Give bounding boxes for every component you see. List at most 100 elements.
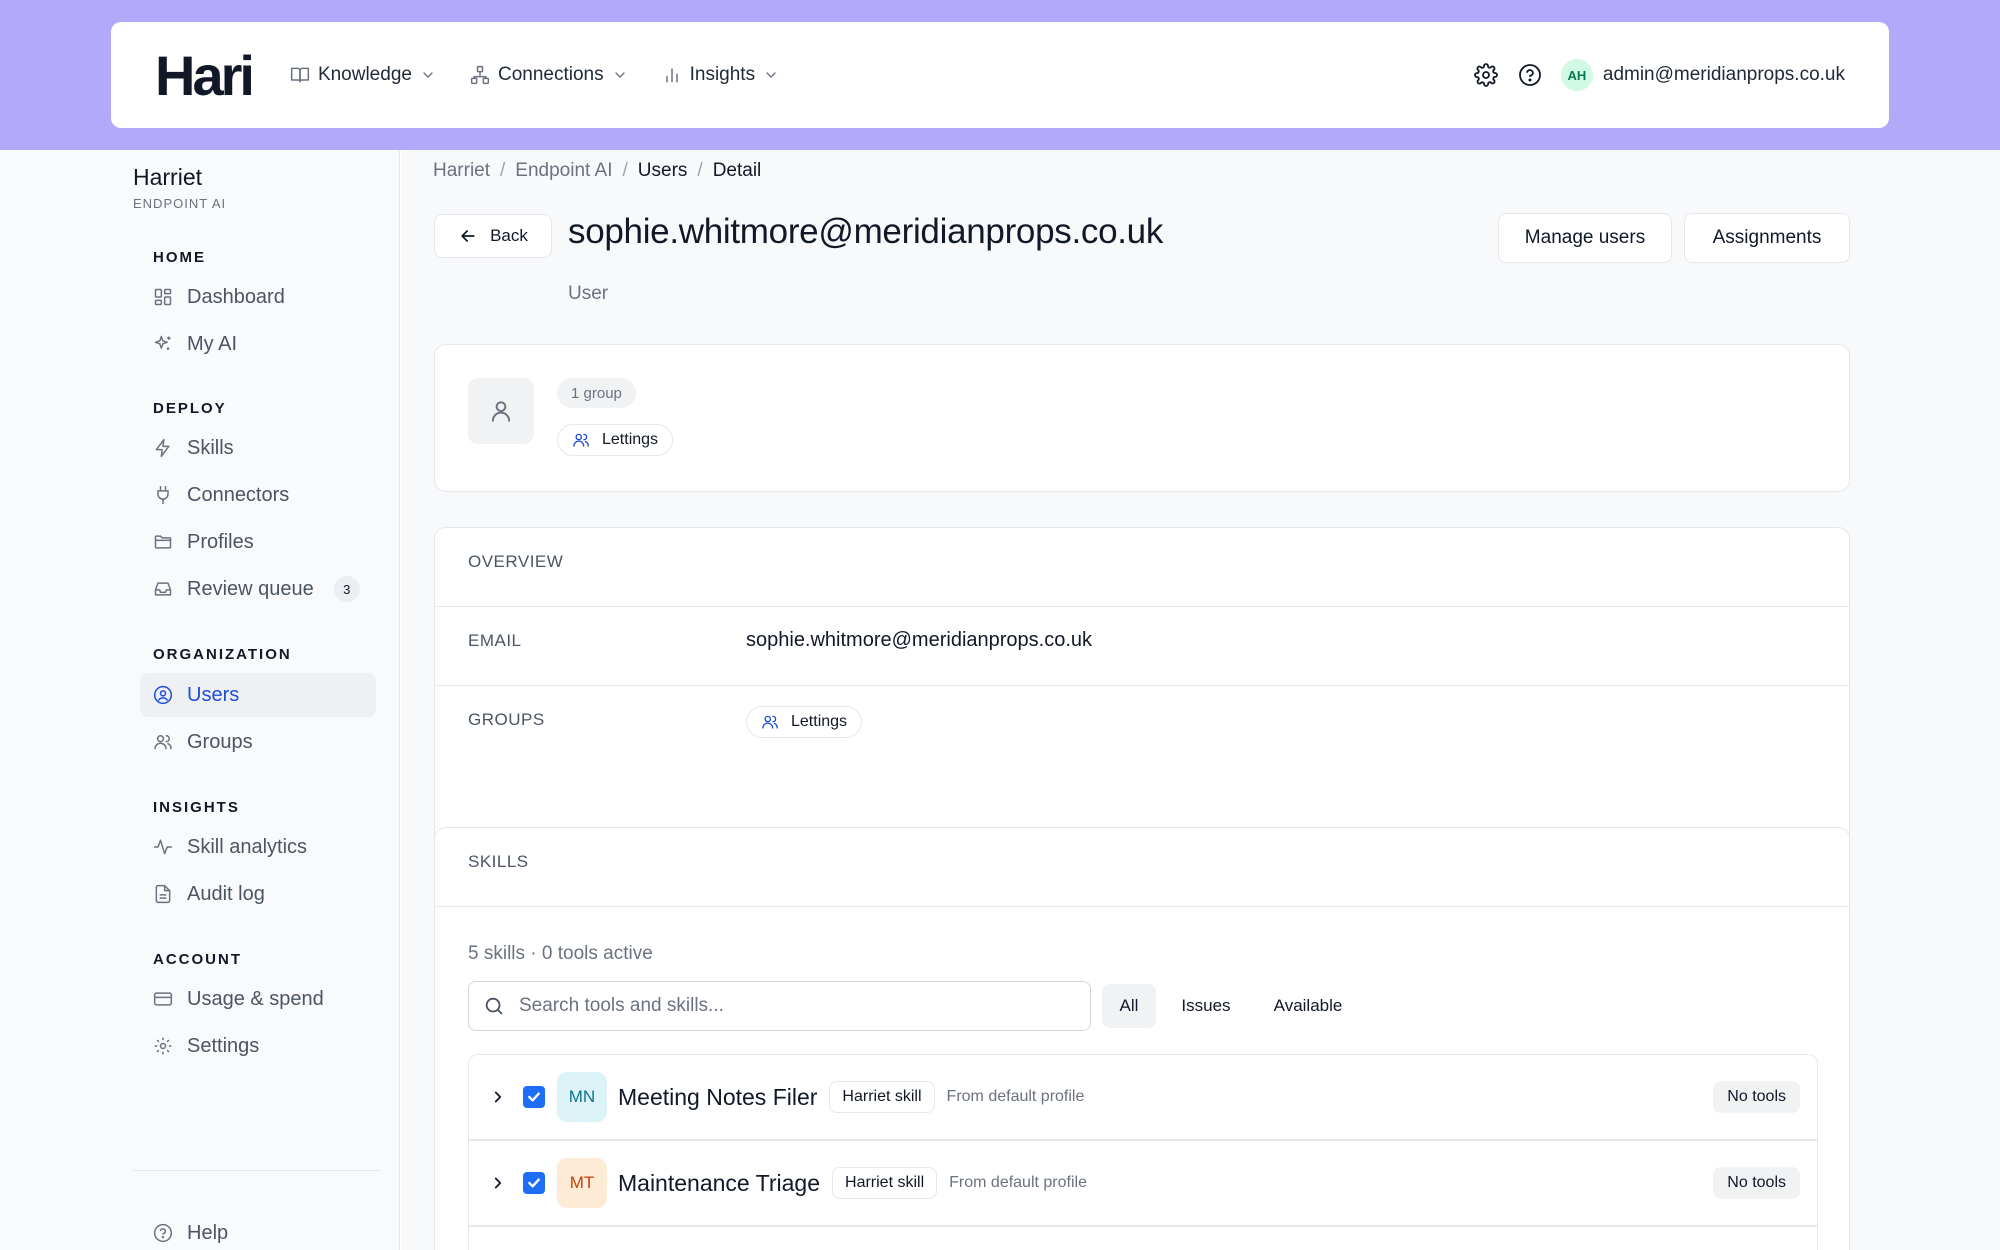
breadcrumb-harriet[interactable]: Harriet bbox=[433, 160, 490, 182]
sidebar-item-label: Skill analytics bbox=[187, 835, 308, 858]
folder-icon bbox=[153, 532, 173, 552]
skill-type-tag: Harriet skill bbox=[832, 1167, 938, 1199]
group-chip[interactable]: Lettings bbox=[557, 424, 674, 456]
tools-status-badge: No tools bbox=[1713, 1167, 1800, 1199]
sidebar-item-label: Audit log bbox=[187, 882, 265, 905]
skill-checkbox[interactable] bbox=[523, 1172, 545, 1194]
row-divider bbox=[435, 906, 1849, 907]
avatar[interactable]: AH bbox=[1560, 59, 1593, 91]
skill-initials: MT bbox=[557, 1158, 607, 1208]
search-placeholder: Search tools and skills... bbox=[519, 995, 724, 1016]
chevron-right-icon[interactable] bbox=[487, 1088, 509, 1106]
sidebar-item-label: Usage & spend bbox=[187, 987, 324, 1010]
chevron-down-icon bbox=[612, 67, 628, 83]
book-icon bbox=[290, 65, 310, 85]
skill-row[interactable]: MT Maintenance Triage Harriet skill From… bbox=[468, 1140, 1818, 1226]
filter-all[interactable]: All bbox=[1102, 984, 1156, 1028]
sidebar: Harriet ENDPOINT AI HOME Dashboard My AI… bbox=[0, 150, 400, 1250]
sidebar-item-my-ai[interactable]: My AI bbox=[140, 322, 376, 366]
filter-available[interactable]: Available bbox=[1256, 984, 1360, 1028]
breadcrumb-separator: / bbox=[697, 160, 703, 181]
tools-status-badge: No tools bbox=[1713, 1081, 1800, 1113]
sidebar-item-skills[interactable]: Skills bbox=[140, 426, 376, 470]
sidebar-item-skill-analytics[interactable]: Skill analytics bbox=[140, 825, 376, 869]
user-profile-card: 1 group Lettings bbox=[434, 344, 1850, 492]
sidebar-item-usage-spend[interactable]: Usage & spend bbox=[140, 977, 376, 1021]
skill-name: Meeting Notes Filer bbox=[618, 1083, 818, 1110]
main-content: Harriet / Endpoint AI / Users / Detail B… bbox=[401, 150, 2000, 1250]
sidebar-item-help[interactable]: Help bbox=[140, 1211, 376, 1250]
skill-row[interactable] bbox=[468, 1226, 1818, 1250]
users-icon bbox=[761, 713, 779, 731]
skills-summary: 5 skills · 0 tools active bbox=[468, 943, 653, 964]
sidebar-item-connectors[interactable]: Connectors bbox=[140, 473, 376, 517]
breadcrumb: Harriet / Endpoint AI / Users / Detail bbox=[433, 160, 761, 182]
row-divider bbox=[435, 606, 1849, 607]
user-icon bbox=[488, 398, 514, 424]
sidebar-item-label: My AI bbox=[187, 332, 238, 355]
section-organization: ORGANIZATION bbox=[153, 646, 292, 663]
gear-icon[interactable] bbox=[1473, 62, 1499, 88]
skill-name: Maintenance Triage bbox=[618, 1169, 821, 1196]
groups-label: GROUPS bbox=[468, 710, 545, 729]
activity-icon bbox=[153, 837, 173, 857]
skill-checkbox[interactable] bbox=[523, 1086, 545, 1108]
page-subtitle: User bbox=[568, 283, 609, 304]
chevron-right-icon[interactable] bbox=[487, 1174, 509, 1192]
back-button[interactable]: Back bbox=[434, 214, 552, 258]
nav-insights[interactable]: Insights bbox=[662, 64, 779, 86]
sidebar-item-audit-log[interactable]: Audit log bbox=[140, 872, 376, 916]
skill-row[interactable]: MN Meeting Notes Filer Harriet skill Fro… bbox=[468, 1054, 1818, 1140]
sidebar-item-users[interactable]: Users bbox=[140, 673, 376, 717]
org-name: Harriet bbox=[133, 164, 203, 190]
sidebar-item-review-queue[interactable]: Review queue 3 bbox=[140, 567, 376, 611]
group-chip[interactable]: Lettings bbox=[746, 706, 863, 738]
arrow-left-icon bbox=[458, 226, 478, 246]
manage-users-button[interactable]: Manage users bbox=[1498, 213, 1672, 263]
top-navigation: Hari Knowledge Connections Insights AH a… bbox=[111, 22, 1889, 128]
section-home: HOME bbox=[153, 249, 206, 266]
file-text-icon bbox=[153, 884, 173, 904]
inbox-icon bbox=[153, 579, 173, 599]
sidebar-item-label: Groups bbox=[187, 730, 253, 753]
search-icon bbox=[483, 995, 505, 1017]
row-divider bbox=[435, 685, 1849, 686]
nav-knowledge[interactable]: Knowledge bbox=[290, 64, 436, 86]
email-label: EMAIL bbox=[468, 631, 522, 650]
breadcrumb-endpoint-ai[interactable]: Endpoint AI bbox=[515, 160, 612, 182]
help-circle-icon[interactable] bbox=[1517, 62, 1543, 88]
chevron-down-icon bbox=[420, 67, 436, 83]
credit-card-icon bbox=[153, 989, 173, 1009]
sparkles-icon bbox=[153, 334, 173, 354]
org-subtitle: ENDPOINT AI bbox=[133, 196, 227, 211]
review-queue-count-badge: 3 bbox=[333, 576, 360, 602]
breadcrumb-users[interactable]: Users bbox=[638, 160, 688, 182]
sidebar-item-label: Help bbox=[187, 1221, 229, 1244]
sidebar-item-profiles[interactable]: Profiles bbox=[140, 520, 376, 564]
section-insights: INSIGHTS bbox=[153, 799, 240, 816]
section-account: ACCOUNT bbox=[153, 951, 242, 968]
skills-search-input[interactable]: Search tools and skills... bbox=[468, 981, 1091, 1031]
sidebar-item-label: Connectors bbox=[187, 483, 290, 506]
group-chip-label: Lettings bbox=[602, 431, 659, 448]
sidebar-item-groups[interactable]: Groups bbox=[140, 720, 376, 764]
nav-connections[interactable]: Connections bbox=[470, 64, 628, 86]
user-email[interactable]: admin@meridianprops.co.uk bbox=[1603, 64, 1845, 86]
app-logo[interactable]: Hari bbox=[155, 43, 255, 108]
filter-issues[interactable]: Issues bbox=[1166, 984, 1246, 1028]
sidebar-item-label: Users bbox=[187, 683, 240, 706]
breadcrumb-separator: / bbox=[500, 160, 506, 181]
skill-source: From default profile bbox=[949, 1174, 1087, 1191]
overview-title: OVERVIEW bbox=[468, 552, 564, 571]
sidebar-item-settings[interactable]: Settings bbox=[140, 1024, 376, 1068]
sidebar-item-dashboard[interactable]: Dashboard bbox=[140, 275, 376, 319]
skill-type-tag: Harriet skill bbox=[829, 1081, 935, 1113]
assignments-button[interactable]: Assignments bbox=[1684, 213, 1850, 263]
sidebar-item-label: Profiles bbox=[187, 530, 254, 553]
user-avatar bbox=[468, 378, 534, 444]
skill-source: From default profile bbox=[946, 1088, 1085, 1105]
help-circle-icon bbox=[153, 1223, 173, 1243]
email-value: sophie.whitmore@meridianprops.co.uk bbox=[746, 629, 1093, 651]
sidebar-divider bbox=[133, 1170, 381, 1171]
sidebar-item-label: Skills bbox=[187, 436, 234, 459]
